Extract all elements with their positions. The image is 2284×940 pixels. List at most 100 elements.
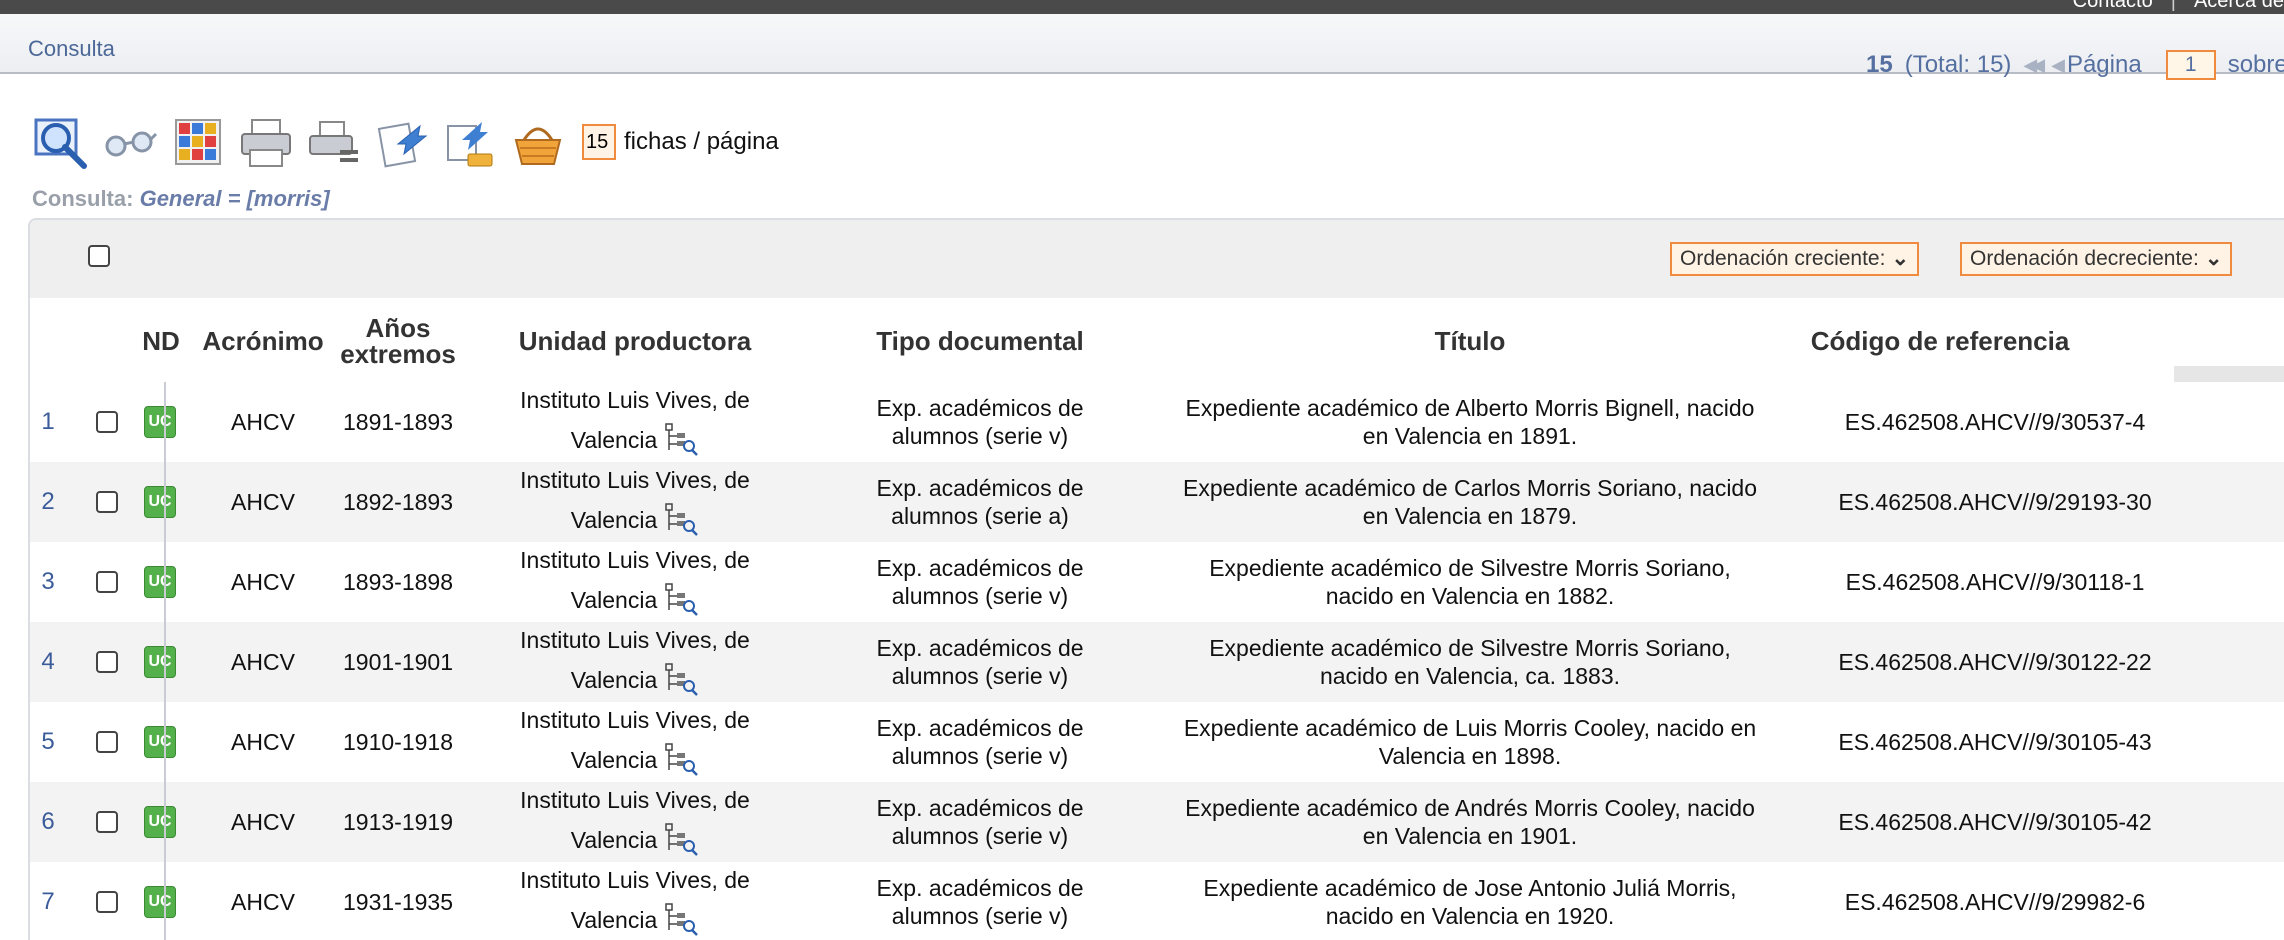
query-summary: Consulta: General = [morris] <box>32 186 330 212</box>
row-unit-line1: Instituto Luis Vives, de <box>520 787 750 813</box>
row-number-link[interactable]: 7 <box>34 888 62 916</box>
row-title-line1: Expediente académico de Silvestre Morris… <box>1209 555 1731 581</box>
nd-badge-icon[interactable]: UC <box>144 726 176 758</box>
glasses-icon[interactable] <box>102 114 158 170</box>
hierarchy-tree-icon[interactable] <box>663 422 699 462</box>
row-number-link[interactable]: 2 <box>34 488 62 516</box>
row-doctype: Exp. académicos de alumnos (serie v) <box>850 794 1110 850</box>
row-title-line1: Expediente académico de Jose Antonio Jul… <box>1203 875 1737 901</box>
row-unit-line2: Valencia <box>570 427 658 454</box>
row-unit: Instituto Luis Vives, de Valencia <box>470 866 800 940</box>
row-unit: Instituto Luis Vives, de Valencia <box>470 546 800 622</box>
select-all-checkbox[interactable] <box>88 245 110 267</box>
hierarchy-tree-icon[interactable] <box>663 822 699 862</box>
previous-page-icon[interactable]: ◀ <box>2051 55 2065 76</box>
per-page-label: fichas / página <box>624 128 779 155</box>
row-title-line2: nacido en Valencia en 1920. <box>1325 903 1615 929</box>
row-number-link[interactable]: 1 <box>34 408 62 436</box>
row-reference-code: ES.462508.AHCV//9/30105-43 <box>1838 729 2152 755</box>
sort-ascending-label: Ordenación creciente: <box>1680 247 1886 270</box>
table-header: ND Acrónimo Años extremos Unidad product… <box>30 298 2284 382</box>
row-checkbox[interactable] <box>96 731 118 753</box>
nd-badge-icon[interactable]: UC <box>144 406 176 438</box>
contact-link[interactable]: Contacto <box>2073 0 2153 12</box>
row-title-link[interactable]: Expediente académico de Luis Morris Cool… <box>1140 714 1800 770</box>
row-doctype-line2: alumnos (serie a) <box>891 503 1069 529</box>
hierarchy-tree-icon[interactable] <box>663 902 699 940</box>
row-reference-code: ES.462508.AHCV//9/30537-4 <box>1844 409 2146 435</box>
hierarchy-tree-icon[interactable] <box>663 742 699 782</box>
grid-icon[interactable] <box>170 114 226 170</box>
row-title-line1: Expediente académico de Alberto Morris B… <box>1185 395 1755 421</box>
row-checkbox[interactable] <box>96 491 118 513</box>
row-doctype-line1: Exp. académicos de <box>876 715 1084 741</box>
row-acronym: AHCV <box>231 409 295 435</box>
page-label: Página <box>2066 51 2142 78</box>
row-number-link[interactable]: 3 <box>34 568 62 596</box>
row-checkbox[interactable] <box>96 571 118 593</box>
col-header-nd[interactable]: ND <box>138 328 184 354</box>
row-years: 1913-1919 <box>343 809 453 835</box>
row-doctype-line1: Exp. académicos de <box>876 395 1084 421</box>
top-bar: Contacto | Acerca de <box>0 0 2284 14</box>
row-title-link[interactable]: Expediente académico de Silvestre Morris… <box>1140 634 1800 690</box>
nd-badge-icon[interactable]: UC <box>144 486 176 518</box>
row-reference-code: ES.462508.AHCV//9/30118-1 <box>1845 569 2145 595</box>
row-checkbox[interactable] <box>96 651 118 673</box>
row-checkbox[interactable] <box>96 891 118 913</box>
row-reference-code: ES.462508.AHCV//9/30122-22 <box>1838 649 2152 675</box>
col-header-acronym[interactable]: Acrónimo <box>198 328 328 354</box>
printer-icon[interactable] <box>238 114 294 170</box>
first-page-icon[interactable]: ◀◀ <box>2023 55 2045 76</box>
sort-descending-select[interactable]: Ordenación decreciente: ⌄ <box>1960 242 2233 276</box>
consulta-header: Consulta 15 (Total: 15) ◀◀ ◀ Página 1 so… <box>0 14 2284 80</box>
row-doctype-line1: Exp. académicos de <box>876 475 1084 501</box>
export-settings-icon[interactable] <box>442 114 498 170</box>
row-checkbox[interactable] <box>96 811 118 833</box>
about-link[interactable]: Acerca de <box>2194 0 2284 12</box>
breadcrumb-consulta[interactable]: Consulta <box>28 36 115 62</box>
row-title-link[interactable]: Expediente académico de Andrés Morris Co… <box>1140 794 1800 850</box>
row-title-line2: nacido en Valencia, ca. 1883. <box>1319 663 1621 689</box>
row-doctype: Exp. académicos de alumnos (serie v) <box>850 874 1110 930</box>
row-doctype-line2: alumnos (serie v) <box>891 663 1069 689</box>
hierarchy-tree-icon[interactable] <box>663 502 699 542</box>
hierarchy-tree-icon[interactable] <box>663 582 699 622</box>
nd-badge-icon[interactable]: UC <box>144 566 176 598</box>
row-title-link[interactable]: Expediente académico de Silvestre Morris… <box>1140 554 1800 610</box>
col-header-doctype[interactable]: Tipo documental <box>850 328 1110 354</box>
table-row: 3 UC AHCV 1893-1898 Instituto Luis Vives, de… <box>30 542 2284 622</box>
nd-badge-icon[interactable]: UC <box>144 646 176 678</box>
nd-badge-icon[interactable]: UC <box>144 806 176 838</box>
row-number-link[interactable]: 5 <box>34 728 62 756</box>
nd-badge-icon[interactable]: UC <box>144 886 176 918</box>
row-unit-line1: Instituto Luis Vives, de <box>520 387 750 413</box>
top-links: Contacto | Acerca de <box>2073 0 2284 13</box>
table-row: 6 UC AHCV 1913-1919 Instituto Luis Vives, de… <box>30 782 2284 862</box>
row-title-link[interactable]: Expediente académico de Jose Antonio Jul… <box>1140 874 1800 930</box>
col-header-unit[interactable]: Unidad productora <box>500 328 770 354</box>
row-years: 1901-1901 <box>343 649 453 675</box>
sort-ascending-select[interactable]: Ordenación creciente: ⌄ <box>1670 242 1920 276</box>
print-list-icon[interactable] <box>306 114 362 170</box>
search-icon[interactable] <box>34 114 90 170</box>
export-icon[interactable] <box>374 114 430 170</box>
row-number-link[interactable]: 6 <box>34 808 62 836</box>
query-prefix: Consulta: <box>32 186 134 211</box>
row-checkbox[interactable] <box>96 411 118 433</box>
row-number-link[interactable]: 4 <box>34 648 62 676</box>
row-years: 1910-1918 <box>343 729 453 755</box>
page-input[interactable]: 1 <box>2165 50 2216 80</box>
basket-icon[interactable] <box>510 114 566 170</box>
toolbar: fichas / página <box>34 110 779 174</box>
results-count: 15 <box>1866 51 1893 78</box>
col-header-title[interactable]: Título <box>1330 328 1610 354</box>
row-title-link[interactable]: Expediente académico de Carlos Morris So… <box>1140 474 1800 530</box>
table-row: 1 UC AHCV 1891-1893 Instituto Luis Vives, de… <box>30 382 2284 462</box>
row-title-link[interactable]: Expediente académico de Alberto Morris B… <box>1140 394 1800 450</box>
per-page-input[interactable] <box>582 124 616 160</box>
row-acronym: AHCV <box>231 809 295 835</box>
col-header-years[interactable]: Años extremos <box>338 315 458 367</box>
hierarchy-tree-icon[interactable] <box>663 662 699 702</box>
col-header-ref[interactable]: Código de referencia <box>1790 328 2090 354</box>
